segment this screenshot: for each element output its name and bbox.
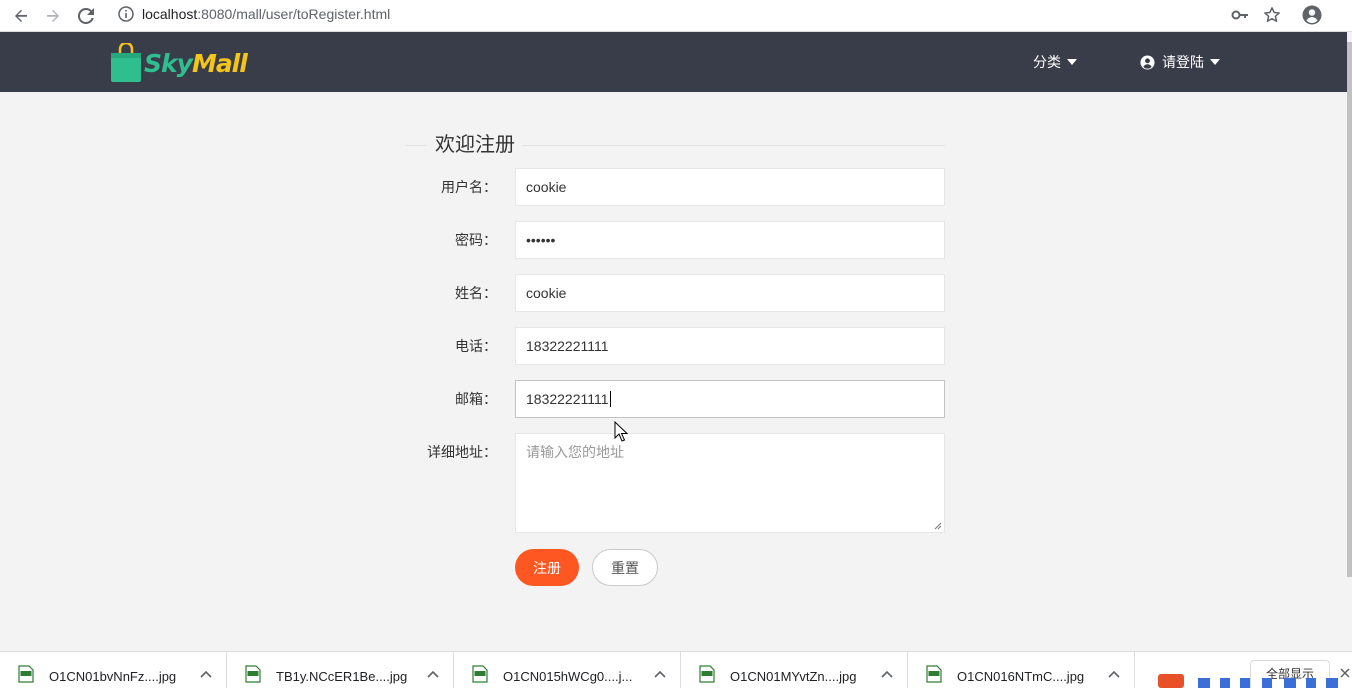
name-value: cookie [526,285,567,301]
profile-button[interactable] [1301,4,1323,26]
password-label: 密码： [455,232,497,248]
page-scrollbar[interactable] [1347,32,1352,652]
reload-button[interactable] [74,4,98,28]
download-item[interactable]: TB1y.NCcER1Be....jpg [227,652,454,688]
name-input[interactable]: cookie [515,274,945,312]
chevron-up-icon[interactable] [1108,670,1120,678]
scrollbar-thumb[interactable] [1347,42,1352,577]
downloads-bar: O1CN01bvNnFz....jpg TB1y.NCcER1Be....jpg… [0,651,1352,688]
email-input[interactable]: 18322221111 [515,380,945,418]
mouse-pointer-icon [614,421,628,442]
password-key-button[interactable] [1229,4,1251,26]
download-item[interactable]: O1CN016NTmC....jpg [908,652,1135,688]
download-filename: O1CN016NTmC....jpg [957,669,1085,684]
logo-text-sky: Sky [144,48,193,78]
reset-button[interactable]: 重置 [592,549,658,586]
username-input[interactable]: cookie [515,168,945,206]
info-icon[interactable] [118,5,134,22]
nav-category-label: 分类 [1033,54,1061,70]
username-value: cookie [526,179,567,195]
address-bar[interactable]: localhost:8080/mall/user/toRegister.html [108,2,1288,25]
star-icon [1264,7,1280,22]
logo-text-mall: Mall [191,48,248,78]
chevron-up-icon[interactable] [200,670,212,678]
ime-toolbar-icons [1158,674,1338,688]
phone-label: 电话： [455,338,497,354]
form-legend: 欢迎注册 [405,133,945,157]
nav-category-dropdown[interactable]: 分类 [1033,52,1077,72]
arrow-left-icon [15,9,27,22]
resize-handle-icon[interactable] [934,522,942,530]
chevron-up-icon[interactable] [654,670,666,678]
jpg-file-icon [472,665,488,683]
register-button[interactable]: 注册 [515,549,579,586]
back-button[interactable] [9,4,33,28]
nav-login-dropdown[interactable]: 请登陆 [1140,52,1220,72]
user-circle-icon [1140,54,1155,70]
download-item[interactable]: O1CN01bvNnFz....jpg [0,652,227,688]
caret-down-icon [1067,59,1077,65]
account-icon [1302,5,1322,25]
reload-icon [78,8,94,24]
text-cursor [609,391,611,407]
password-input[interactable]: •••••• [515,221,945,259]
logo-text: SkyMall [144,48,248,78]
chevron-up-icon[interactable] [881,670,893,678]
arrow-right-icon [47,9,59,22]
email-value: 18322221111 [526,391,609,407]
phone-input[interactable]: 18322221111 [515,327,945,365]
skymall-logo[interactable]: SkyMall [110,42,248,84]
download-filename: O1CN01bvNnFz....jpg [49,669,177,684]
address-textarea[interactable]: 请输入您的地址 [515,433,945,533]
address-label: 详细地址： [427,444,497,460]
password-value: •••••• [526,232,556,248]
jpg-file-icon [926,665,942,683]
form-title: 欢迎注册 [427,133,523,157]
jpg-file-icon [699,665,715,683]
chevron-up-icon[interactable] [427,670,439,678]
address-placeholder: 请输入您的地址 [526,444,624,460]
url-path: :8080/mall/user/toRegister.html [197,5,391,22]
shopping-bag-icon [111,43,141,82]
download-item[interactable]: O1CN01MYvtZn....jpg [681,652,908,688]
nav-login-label: 请登陆 [1162,54,1204,70]
username-label: 用户名： [441,179,497,195]
name-label: 姓名： [455,285,497,301]
download-filename: TB1y.NCcER1Be....jpg [276,669,408,684]
phone-value: 18322221111 [526,338,609,354]
browser-toolbar: localhost:8080/mall/user/toRegister.html [0,0,1352,32]
download-filename: O1CN01MYvtZn....jpg [730,669,857,684]
download-filename: O1CN015hWCg0....j... [503,669,633,684]
key-icon [1231,10,1248,20]
jpg-file-icon [18,665,34,683]
bookmark-button[interactable] [1261,4,1283,26]
caret-down-icon [1210,59,1220,65]
jpg-file-icon [245,665,261,683]
email-label: 邮箱： [455,391,497,407]
download-item[interactable]: O1CN015hWCg0....j... [454,652,681,688]
forward-button[interactable] [41,4,65,28]
url-host: localhost [142,5,198,22]
